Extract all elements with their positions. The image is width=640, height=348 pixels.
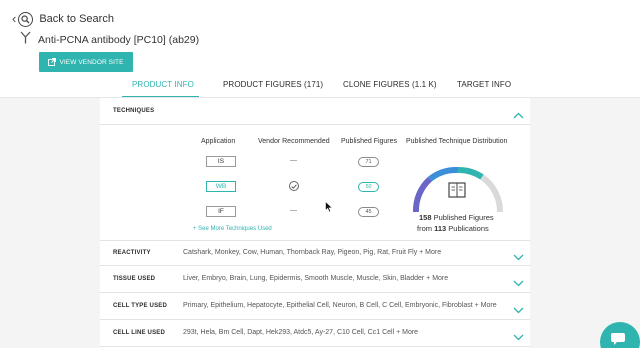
cell-type-used-section[interactable]: CELL TYPE USED Primary, Epithelium, Hepa…: [100, 294, 530, 320]
cell-line-used-section[interactable]: CELL LINE USED 293t, Hela, Bm Cell, Dapt…: [100, 321, 530, 347]
tab-product-info[interactable]: PRODUCT INFO: [132, 80, 194, 89]
publications-count: 113: [434, 224, 447, 233]
figure-count-pill[interactable]: 71: [358, 157, 379, 167]
search-icon: [18, 11, 34, 27]
tab-clone-figures[interactable]: CLONE FIGURES (1.1 K): [343, 80, 437, 89]
section-title: CELL TYPE USED: [113, 303, 168, 309]
chevron-left-icon: ‹: [12, 11, 17, 26]
application-cell[interactable]: WB: [206, 181, 236, 192]
chevron-up-icon[interactable]: [513, 106, 524, 124]
from-label: from: [417, 224, 432, 233]
section-value: 293t, Hela, Bm Cell, Dapt, Hek293, Atdc5…: [183, 329, 419, 336]
antibody-icon: [20, 31, 31, 49]
vendor-dash: —: [290, 157, 297, 164]
techniques-title: TECHNIQUES: [113, 108, 155, 114]
vendor-button-label: VIEW VENDOR SITE: [59, 58, 124, 66]
section-title: CELL LINE USED: [113, 330, 166, 336]
tissue-used-section[interactable]: TISSUE USED Liver, Embryo, Brain, Lung, …: [100, 267, 530, 293]
product-title-row: Anti-PCNA antibody [PC10] (ab29): [20, 31, 199, 49]
figures-label: Published Figures: [433, 213, 494, 222]
published-figures-summary: 158 Published Figures: [419, 213, 494, 222]
published-figures-header: Published Figures: [341, 138, 398, 145]
book-icon: [447, 180, 467, 205]
back-to-search-link[interactable]: ‹ Back to Search: [12, 11, 114, 27]
chat-icon: [611, 333, 625, 345]
external-link-icon: [48, 58, 57, 66]
section-title: REACTIVITY: [113, 250, 151, 256]
section-value: Liver, Embryo, Brain, Lung, Epidermis, S…: [183, 275, 449, 282]
product-title: Anti-PCNA antibody [PC10] (ab29): [38, 34, 200, 46]
checkmark-icon: [289, 181, 299, 191]
section-title: TISSUE USED: [113, 276, 156, 282]
tab-bar: PRODUCT INFO PRODUCT FIGURES (171) CLONE…: [0, 76, 640, 98]
chevron-down-icon[interactable]: [513, 328, 524, 346]
vendor-recommended-header: Vendor Recommended: [258, 138, 330, 145]
techniques-header[interactable]: TECHNIQUES: [100, 98, 530, 125]
application-header: Application: [201, 138, 236, 145]
figure-count-pill[interactable]: 50: [358, 182, 379, 192]
application-cell[interactable]: IS: [206, 156, 236, 167]
publications-summary: from 113 Publications: [417, 224, 489, 233]
figure-count-pill[interactable]: 45: [358, 207, 379, 217]
chevron-down-icon[interactable]: [513, 274, 524, 292]
chevron-down-icon[interactable]: [513, 301, 524, 319]
section-value: Primary, Epithelium, Hepatocyte, Epithel…: [183, 302, 497, 309]
reactivity-section[interactable]: REACTIVITY Catshark, Monkey, Cow, Human,…: [100, 240, 530, 266]
section-value: Catshark, Monkey, Cow, Human, Thornback …: [183, 249, 442, 256]
tab-target-info[interactable]: TARGET INFO: [457, 80, 511, 89]
mouse-cursor-icon: [325, 201, 333, 213]
view-vendor-site-button[interactable]: VIEW VENDOR SITE: [39, 52, 133, 72]
chevron-down-icon[interactable]: [513, 248, 524, 266]
application-cell[interactable]: IF: [206, 206, 236, 217]
publications-label: Publications: [448, 224, 489, 233]
vendor-dash: —: [290, 207, 297, 214]
tab-product-figures[interactable]: PRODUCT FIGURES (171): [223, 80, 323, 89]
back-label: Back to Search: [39, 13, 114, 25]
see-more-techniques-link[interactable]: + See More Techniques Used: [193, 226, 272, 232]
distribution-header: Published Technique Distribution: [406, 138, 508, 145]
figures-count: 158: [419, 213, 432, 222]
